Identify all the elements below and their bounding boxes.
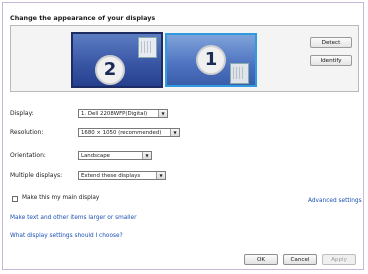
monitor-2[interactable]: 2 xyxy=(71,32,163,88)
chevron-down-icon: ▼ xyxy=(156,172,165,179)
main-display-checkbox[interactable] xyxy=(12,196,18,202)
cancel-button[interactable]: Cancel xyxy=(283,254,317,265)
resolution-select[interactable]: 1680 × 1050 (recommended) ▼ xyxy=(78,128,180,137)
text-size-link[interactable]: Make text and other items larger or smal… xyxy=(10,215,136,221)
multiple-displays-select[interactable]: Extend these displays ▼ xyxy=(78,171,166,180)
orientation-label: Orientation: xyxy=(10,152,46,159)
chevron-down-icon: ▼ xyxy=(158,110,167,117)
apply-button[interactable]: Apply xyxy=(322,254,356,265)
multiple-displays-select-value: Extend these displays xyxy=(81,173,141,179)
resolution-select-value: 1680 × 1050 (recommended) xyxy=(81,130,162,136)
monitor-arrangement-panel: 2 1 Detect Identify xyxy=(10,25,359,92)
monitor-1-number: 1 xyxy=(196,45,226,75)
ok-button[interactable]: OK xyxy=(244,254,278,265)
display-label: Display: xyxy=(10,110,34,117)
display-settings-help-link[interactable]: What display settings should I choose? xyxy=(10,233,123,239)
multiple-displays-label: Multiple displays: xyxy=(10,172,63,179)
page-title: Change the appearance of your displays xyxy=(10,14,156,22)
monitor-1-thumbnail-icon xyxy=(230,63,249,84)
chevron-down-icon: ▼ xyxy=(142,152,151,159)
chevron-down-icon: ▼ xyxy=(170,129,179,136)
orientation-select-value: Landscape xyxy=(81,153,110,159)
monitor-2-number: 2 xyxy=(95,55,125,85)
display-select[interactable]: 1. Dell 2208WFP(Digital) ▼ xyxy=(78,109,168,118)
identify-button[interactable]: Identify xyxy=(310,55,352,66)
detect-button[interactable]: Detect xyxy=(310,37,352,48)
main-display-label: Make this my main display xyxy=(22,195,100,201)
advanced-settings-link[interactable]: Advanced settings xyxy=(308,198,362,204)
resolution-label: Resolution: xyxy=(10,129,44,136)
monitor-2-thumbnail-icon xyxy=(138,37,157,58)
monitor-1[interactable]: 1 xyxy=(165,33,257,87)
orientation-select[interactable]: Landscape ▼ xyxy=(78,151,152,160)
display-select-value: 1. Dell 2208WFP(Digital) xyxy=(81,111,148,117)
